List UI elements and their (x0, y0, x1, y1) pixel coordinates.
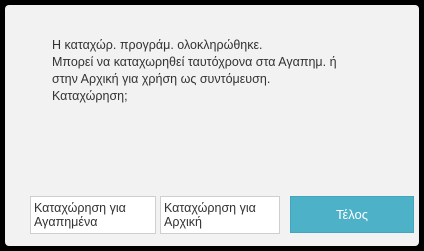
done-button[interactable]: Τέλος (290, 196, 414, 233)
dialog-message: Η καταχώρ. προγράμ. ολοκληρώθηκε. Μπορεί… (52, 37, 402, 105)
registration-dialog: Η καταχώρ. προγράμ. ολοκληρώθηκε. Μπορεί… (5, 5, 419, 246)
register-home-button[interactable]: Καταχώρηση για Αρχική (160, 196, 280, 234)
message-line-4: Καταχώρηση; (52, 89, 128, 103)
register-favorites-label-line-2: Αγαπημένα (34, 215, 98, 229)
register-home-label-line-2: Αρχική (164, 215, 202, 229)
register-favorites-label-line-1: Καταχώρηση για (34, 201, 126, 215)
message-line-1: Η καταχώρ. προγράμ. ολοκληρώθηκε. (52, 38, 263, 52)
register-favorites-button[interactable]: Καταχώρηση για Αγαπημένα (30, 196, 156, 234)
register-home-label-line-1: Καταχώρηση για (164, 201, 256, 215)
message-line-2: Μπορεί να καταχωρηθεί ταυτόχρονα στα Αγα… (52, 55, 337, 69)
message-line-3: στην Αρχική για χρήση ως συντόμευση. (52, 72, 271, 86)
done-button-label: Τέλος (335, 206, 369, 222)
